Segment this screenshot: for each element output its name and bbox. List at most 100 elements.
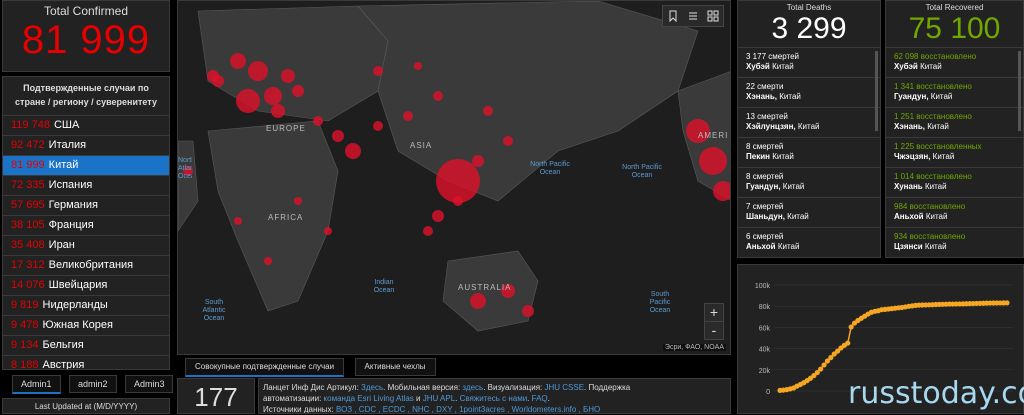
country-row[interactable]: 17 312 Великобритания [3, 256, 169, 276]
recovered-row[interactable]: 1 014 восстановлено Хунань Китай [886, 168, 1023, 198]
label-asia: ASIA [410, 141, 433, 150]
country-row[interactable]: 9 134 Бельгия [3, 336, 169, 356]
chart-point[interactable] [818, 366, 824, 372]
recovered-row[interactable]: 984 восстановлено Аньхой Китай [886, 198, 1023, 228]
case-marker[interactable] [522, 305, 534, 317]
case-marker[interactable] [264, 87, 282, 105]
mobile-link[interactable]: здесь [462, 383, 483, 392]
recovered-row[interactable]: 1 225 восстановленных Чжэцзян, Китай [886, 138, 1023, 168]
bookmark-icon[interactable] [667, 10, 679, 22]
case-marker[interactable] [453, 196, 463, 206]
case-marker[interactable] [292, 85, 304, 97]
case-marker[interactable] [332, 130, 344, 142]
case-marker[interactable] [212, 75, 224, 87]
jhu-apl-link[interactable]: JHU APL [423, 394, 455, 403]
recovered-row[interactable]: 1 341 восстановлено Гуандун, Китай [886, 78, 1023, 108]
recovered-row[interactable]: 934 восстановлено Цзянси Китай [886, 228, 1023, 257]
case-marker[interactable] [503, 136, 513, 146]
case-marker[interactable] [271, 104, 285, 118]
deaths-row[interactable]: 6 смертей Аньхой Китай [738, 228, 880, 257]
case-marker[interactable] [248, 61, 268, 81]
country-row[interactable]: 81 999 Китай [3, 156, 169, 176]
contact-link[interactable]: Свяжитесь с нами [460, 394, 528, 403]
deaths-row[interactable]: 8 смертей Пекин Китай [738, 138, 880, 168]
deaths-region: Гуандун, [746, 182, 781, 191]
case-marker[interactable] [403, 111, 413, 121]
case-marker[interactable] [470, 293, 486, 309]
case-marker[interactable] [432, 210, 444, 222]
deaths-row[interactable]: 13 смертей Хэйлунцзян, Китай [738, 108, 880, 138]
chart-ytick-label: 40k [759, 347, 771, 354]
recovered-location: Аньхой Китай [894, 212, 1017, 222]
deaths-row[interactable]: 8 смертей Гуандун, Китай [738, 168, 880, 198]
faq-link[interactable]: FAQ [532, 394, 548, 403]
tab-active-cases[interactable]: Активные чехлы [354, 358, 436, 376]
esri-link[interactable]: команда Esri Living Atlas [324, 394, 414, 403]
chart-point[interactable] [821, 362, 827, 368]
case-marker[interactable] [423, 226, 433, 236]
deaths-count: 8 [746, 142, 751, 151]
deaths-row[interactable]: 3 177 смертей Хубэй Китай [738, 48, 880, 78]
tab-admin3[interactable]: Admin3 [124, 375, 174, 393]
country-row[interactable]: 14 076 Швейцария [3, 276, 169, 296]
total-deaths-value: 3 299 [771, 12, 847, 45]
deaths-row[interactable]: 7 смертей Шаньдун, Китай [738, 198, 880, 228]
case-marker[interactable] [414, 62, 422, 70]
country-row[interactable]: 119 748 США [3, 116, 169, 136]
case-marker[interactable] [234, 217, 242, 225]
case-marker[interactable] [236, 89, 260, 113]
grid-icon[interactable] [707, 10, 719, 22]
world-map[interactable]: EUROPE ASIA AFRICA AUSTRALIA AMERI North… [177, 0, 731, 355]
data-sources-links[interactable]: ВОЗ , CDC , ECDC , NHC , DXY , 1point3ac… [336, 405, 600, 413]
case-marker[interactable] [345, 143, 361, 159]
country-row[interactable]: 9 478 Южная Корея [3, 316, 169, 336]
case-marker[interactable] [294, 197, 302, 205]
deaths-count-line: 13 смертей [746, 112, 874, 122]
deaths-unit: смертей [752, 142, 784, 151]
tab-admin2[interactable]: admin2 [68, 375, 117, 393]
country-row[interactable]: 92 472 Италия [3, 136, 169, 156]
deaths-country: Китай [787, 212, 809, 221]
chart-point[interactable] [1004, 300, 1010, 306]
article-link[interactable]: Здесь [361, 383, 383, 392]
recovered-scrollbar[interactable] [1018, 51, 1021, 131]
case-marker[interactable] [472, 155, 484, 167]
zoom-out-button[interactable]: - [705, 322, 723, 339]
country-row[interactable]: 35 408 Иран [3, 236, 169, 256]
deaths-row[interactable]: 22 смерти Хэнань, Китай [738, 78, 880, 108]
recovered-region: Цзянси [894, 242, 923, 251]
tab-cumulative-confirmed[interactable]: Совокупные подтвержденные случаи [185, 358, 345, 377]
zoom-in-button[interactable]: + [705, 304, 723, 322]
country-row[interactable]: 9 819 Нидерланды [3, 296, 169, 316]
deaths-country: Китай [772, 152, 794, 161]
jhu-csse-link[interactable]: JHU CSSE [544, 383, 584, 392]
case-marker[interactable] [373, 66, 383, 76]
country-name: Франция [48, 219, 94, 231]
case-marker[interactable] [373, 121, 383, 131]
case-marker[interactable] [281, 69, 295, 83]
country-row[interactable]: 38 105 Франция [3, 216, 169, 236]
deaths-unit: смерти [757, 82, 784, 91]
list-icon[interactable] [687, 10, 699, 22]
recovered-location: Цзянси Китай [894, 242, 1017, 252]
recovered-country: Китай [927, 122, 949, 131]
chart-point[interactable] [845, 340, 851, 346]
country-row[interactable]: 57 695 Германия [3, 196, 169, 216]
deaths-scrollbar[interactable] [875, 51, 878, 131]
case-marker[interactable] [433, 91, 443, 101]
country-row[interactable]: 72 335 Испания [3, 176, 169, 196]
case-marker[interactable] [230, 53, 246, 69]
case-marker[interactable] [483, 106, 493, 116]
recovered-count: 984 [894, 202, 908, 211]
recovered-row[interactable]: 62 098 восстановлено Хубэй Китай [886, 48, 1023, 78]
deaths-unit: смертей [768, 52, 799, 61]
case-marker[interactable] [324, 227, 332, 235]
case-marker[interactable] [313, 116, 323, 126]
chart-point[interactable] [848, 324, 854, 330]
case-marker[interactable] [699, 147, 727, 175]
case-marker[interactable] [264, 257, 272, 265]
recovered-unit: восстановлено [920, 52, 977, 61]
tab-admin1[interactable]: Admin1 [12, 375, 61, 394]
country-row[interactable]: 8 188 Австрия [3, 356, 169, 369]
recovered-row[interactable]: 1 251 восстановлено Хэнань, Китай [886, 108, 1023, 138]
